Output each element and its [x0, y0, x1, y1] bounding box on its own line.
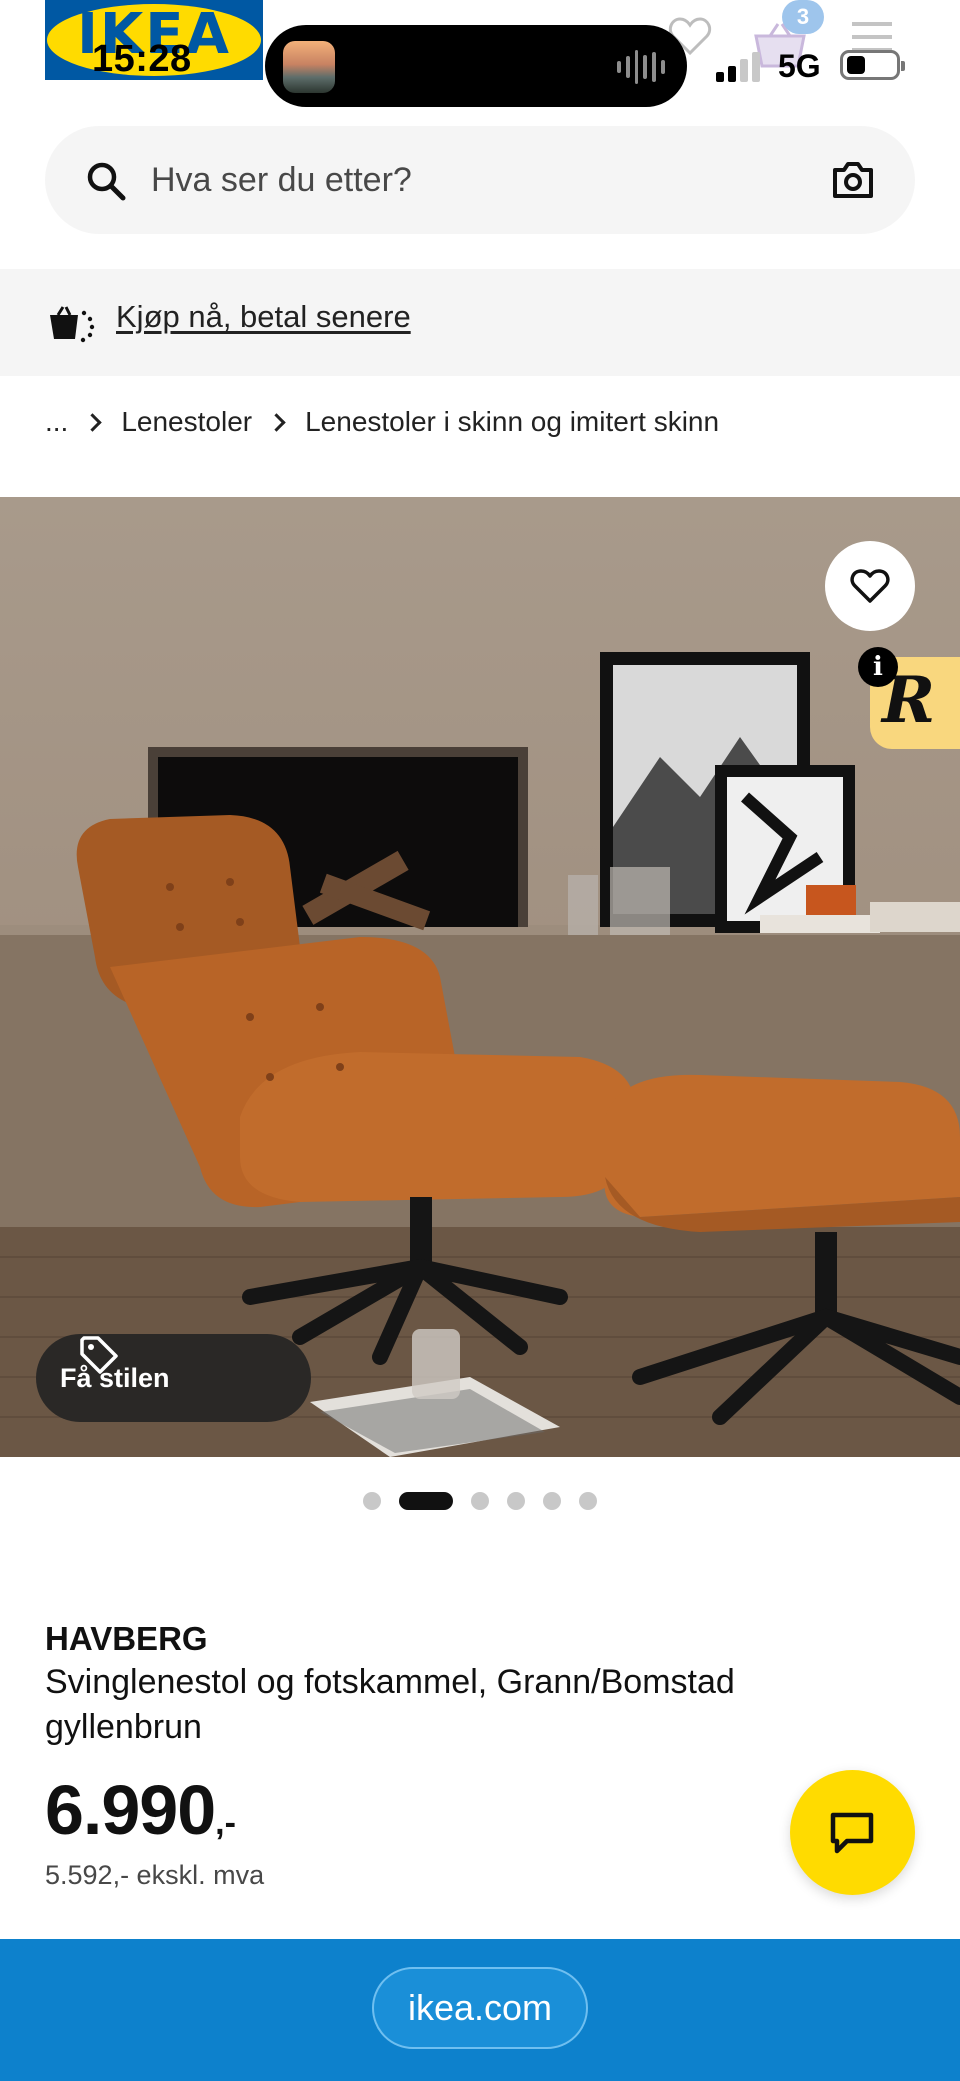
camera-icon[interactable]: [831, 160, 875, 200]
carousel-dot[interactable]: [543, 1492, 561, 1510]
pay-later-link[interactable]: Kjøp nå, betal senere: [116, 299, 411, 335]
search-bar[interactable]: [45, 126, 915, 234]
breadcrumb-ellipsis[interactable]: ...: [45, 406, 68, 438]
price-excl-vat: 5.592,- ekskl. mva: [45, 1860, 265, 1890]
breadcrumb: ... Lenestoler Lenestoler i skinn og imi…: [45, 402, 719, 442]
chevron-right-icon: [83, 412, 103, 432]
tag-icon: [80, 1336, 118, 1374]
price-amount: 6.990: [45, 1771, 216, 1849]
info-icon[interactable]: i: [858, 647, 898, 687]
top-header: IKEA 15:28 3 5G: [0, 0, 960, 110]
product-image[interactable]: R i Få stilen: [0, 497, 960, 1457]
now-playing-thumbnail: [283, 41, 335, 93]
search-icon[interactable]: [85, 160, 127, 202]
carousel-dot[interactable]: [363, 1492, 381, 1510]
product-name: HAVBERG: [45, 1620, 208, 1657]
network-type: 5G: [778, 48, 821, 84]
product-description: Svinglenestol og fotskammel, Grann/Bomst…: [45, 1663, 735, 1746]
battery-icon: [840, 50, 905, 80]
signal-strength-icon: [716, 52, 760, 82]
heart-icon: [850, 569, 890, 603]
breadcrumb-leather-armchairs[interactable]: Lenestoler i skinn og imitert skinn: [305, 406, 719, 438]
dynamic-island: [265, 25, 687, 107]
breadcrumb-armchairs[interactable]: Lenestoler: [121, 406, 252, 438]
chat-button[interactable]: [790, 1770, 915, 1895]
audio-waveform-icon: [617, 47, 665, 87]
product-photo: [0, 652, 960, 1457]
image-carousel-indicator: [0, 1492, 960, 1510]
carousel-dot[interactable]: [507, 1492, 525, 1510]
chevron-right-icon: [267, 412, 286, 432]
carousel-dot-active[interactable]: [399, 1492, 453, 1510]
browser-url-bar: ikea.com: [0, 1939, 960, 2081]
pay-later-icon: [50, 306, 95, 343]
product-price: 6.990 ,-: [45, 1770, 236, 1850]
url-field[interactable]: ikea.com: [372, 1967, 588, 2049]
chat-icon: [830, 1812, 874, 1854]
carousel-dot[interactable]: [471, 1492, 489, 1510]
status-clock: 15:28: [92, 38, 192, 80]
menu-icon[interactable]: [852, 20, 892, 54]
price-suffix: ,-: [215, 1804, 236, 1842]
pay-later-banner[interactable]: Kjøp nå, betal senere: [0, 269, 960, 376]
get-the-style-button[interactable]: Få stilen: [36, 1334, 311, 1422]
search-input[interactable]: [151, 154, 751, 206]
favorite-button[interactable]: [825, 541, 915, 631]
cart-count-badge: 3: [782, 0, 824, 34]
carousel-dot[interactable]: [579, 1492, 597, 1510]
